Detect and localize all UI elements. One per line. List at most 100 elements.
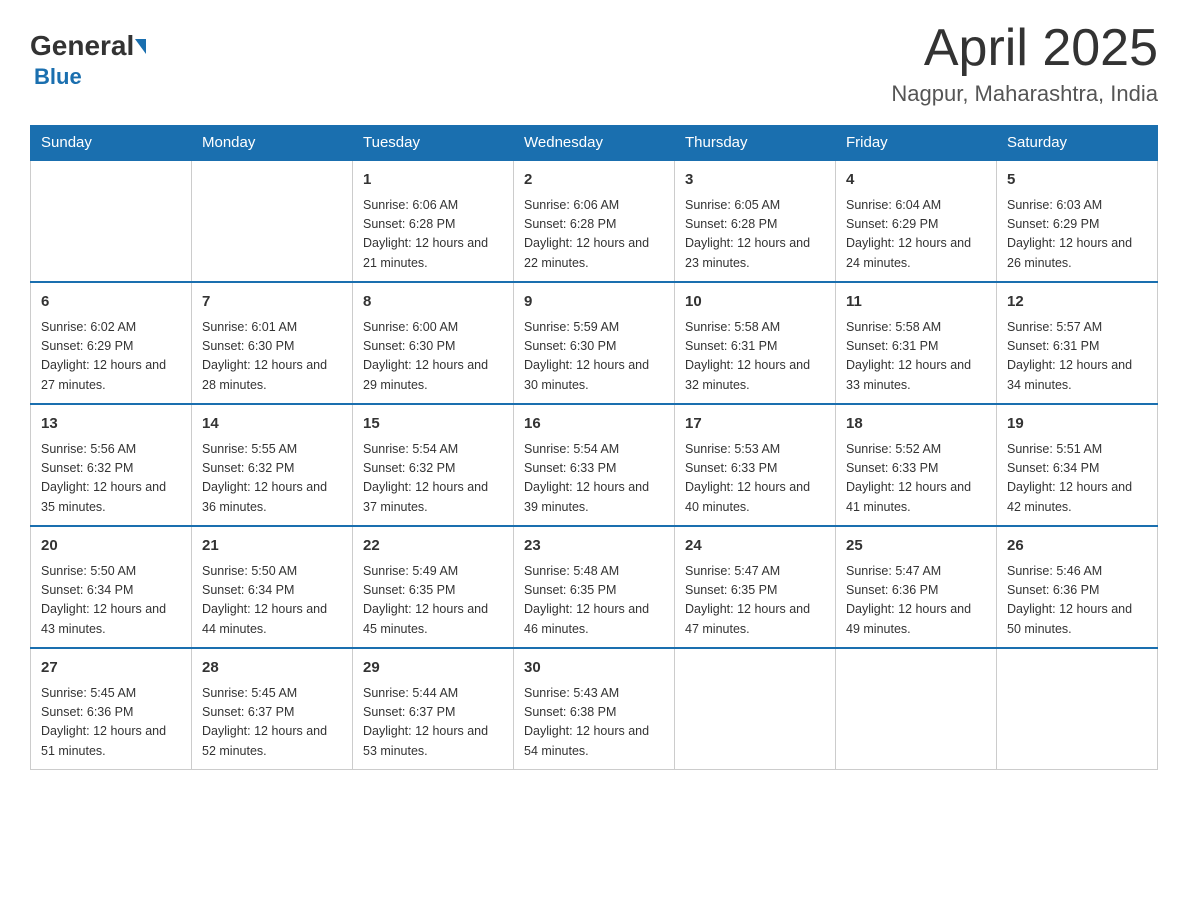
day-number: 10 [685,291,825,314]
day-info: Sunrise: 5:59 AMSunset: 6:30 PMDaylight:… [524,318,664,396]
calendar-cell: 11 Sunrise: 5:58 AMSunset: 6:31 PMDaylig… [836,282,997,404]
day-number: 20 [41,535,181,558]
calendar-cell: 2 Sunrise: 6:06 AMSunset: 6:28 PMDayligh… [514,160,675,282]
day-info: Sunrise: 5:51 AMSunset: 6:34 PMDaylight:… [1007,440,1147,518]
day-info: Sunrise: 5:43 AMSunset: 6:38 PMDaylight:… [524,684,664,762]
day-info: Sunrise: 6:06 AMSunset: 6:28 PMDaylight:… [524,196,664,274]
calendar-cell: 16 Sunrise: 5:54 AMSunset: 6:33 PMDaylig… [514,404,675,526]
day-number: 5 [1007,169,1147,192]
calendar-cell: 25 Sunrise: 5:47 AMSunset: 6:36 PMDaylig… [836,526,997,648]
calendar-cell: 15 Sunrise: 5:54 AMSunset: 6:32 PMDaylig… [353,404,514,526]
calendar-cell: 3 Sunrise: 6:05 AMSunset: 6:28 PMDayligh… [675,160,836,282]
calendar-cell: 21 Sunrise: 5:50 AMSunset: 6:34 PMDaylig… [192,526,353,648]
calendar-cell: 24 Sunrise: 5:47 AMSunset: 6:35 PMDaylig… [675,526,836,648]
day-number: 22 [363,535,503,558]
calendar-cell: 1 Sunrise: 6:06 AMSunset: 6:28 PMDayligh… [353,160,514,282]
day-number: 21 [202,535,342,558]
calendar-cell: 17 Sunrise: 5:53 AMSunset: 6:33 PMDaylig… [675,404,836,526]
day-header-row: Sunday Monday Tuesday Wednesday Thursday… [31,126,1158,161]
calendar-cell: 9 Sunrise: 5:59 AMSunset: 6:30 PMDayligh… [514,282,675,404]
calendar-cell: 4 Sunrise: 6:04 AMSunset: 6:29 PMDayligh… [836,160,997,282]
calendar-cell: 7 Sunrise: 6:01 AMSunset: 6:30 PMDayligh… [192,282,353,404]
header-tuesday: Tuesday [353,126,514,161]
day-info: Sunrise: 5:45 AMSunset: 6:36 PMDaylight:… [41,684,181,762]
week-row-4: 20 Sunrise: 5:50 AMSunset: 6:34 PMDaylig… [31,526,1158,648]
calendar-cell [31,160,192,282]
week-row-1: 1 Sunrise: 6:06 AMSunset: 6:28 PMDayligh… [31,160,1158,282]
day-number: 18 [846,413,986,436]
day-info: Sunrise: 6:05 AMSunset: 6:28 PMDaylight:… [685,196,825,274]
calendar-cell: 26 Sunrise: 5:46 AMSunset: 6:36 PMDaylig… [997,526,1158,648]
day-info: Sunrise: 5:55 AMSunset: 6:32 PMDaylight:… [202,440,342,518]
day-number: 9 [524,291,664,314]
calendar-cell: 8 Sunrise: 6:00 AMSunset: 6:30 PMDayligh… [353,282,514,404]
day-info: Sunrise: 5:47 AMSunset: 6:36 PMDaylight:… [846,562,986,640]
calendar-cell: 29 Sunrise: 5:44 AMSunset: 6:37 PMDaylig… [353,648,514,770]
week-row-3: 13 Sunrise: 5:56 AMSunset: 6:32 PMDaylig… [31,404,1158,526]
calendar-cell: 28 Sunrise: 5:45 AMSunset: 6:37 PMDaylig… [192,648,353,770]
day-number: 13 [41,413,181,436]
calendar-cell: 19 Sunrise: 5:51 AMSunset: 6:34 PMDaylig… [997,404,1158,526]
logo-blue-text: Blue [34,64,82,90]
calendar-cell: 18 Sunrise: 5:52 AMSunset: 6:33 PMDaylig… [836,404,997,526]
day-info: Sunrise: 5:45 AMSunset: 6:37 PMDaylight:… [202,684,342,762]
calendar-cell: 14 Sunrise: 5:55 AMSunset: 6:32 PMDaylig… [192,404,353,526]
day-info: Sunrise: 5:49 AMSunset: 6:35 PMDaylight:… [363,562,503,640]
day-info: Sunrise: 6:03 AMSunset: 6:29 PMDaylight:… [1007,196,1147,274]
calendar-table: Sunday Monday Tuesday Wednesday Thursday… [30,125,1158,770]
calendar-title: April 2025 [891,20,1158,77]
day-number: 6 [41,291,181,314]
calendar-subtitle: Nagpur, Maharashtra, India [891,81,1158,107]
day-number: 28 [202,657,342,680]
day-number: 7 [202,291,342,314]
day-info: Sunrise: 5:58 AMSunset: 6:31 PMDaylight:… [846,318,986,396]
day-number: 30 [524,657,664,680]
header-wednesday: Wednesday [514,126,675,161]
day-number: 19 [1007,413,1147,436]
day-info: Sunrise: 6:01 AMSunset: 6:30 PMDaylight:… [202,318,342,396]
calendar-cell [675,648,836,770]
day-number: 25 [846,535,986,558]
day-number: 2 [524,169,664,192]
day-number: 11 [846,291,986,314]
calendar-cell [997,648,1158,770]
calendar-cell: 10 Sunrise: 5:58 AMSunset: 6:31 PMDaylig… [675,282,836,404]
day-info: Sunrise: 5:46 AMSunset: 6:36 PMDaylight:… [1007,562,1147,640]
day-number: 29 [363,657,503,680]
day-number: 3 [685,169,825,192]
day-number: 26 [1007,535,1147,558]
calendar-cell: 6 Sunrise: 6:02 AMSunset: 6:29 PMDayligh… [31,282,192,404]
header: General Blue April 2025 Nagpur, Maharash… [30,20,1158,107]
day-info: Sunrise: 5:47 AMSunset: 6:35 PMDaylight:… [685,562,825,640]
day-number: 15 [363,413,503,436]
calendar-cell: 30 Sunrise: 5:43 AMSunset: 6:38 PMDaylig… [514,648,675,770]
day-info: Sunrise: 5:57 AMSunset: 6:31 PMDaylight:… [1007,318,1147,396]
title-area: April 2025 Nagpur, Maharashtra, India [891,20,1158,107]
day-info: Sunrise: 5:54 AMSunset: 6:32 PMDaylight:… [363,440,503,518]
day-info: Sunrise: 6:06 AMSunset: 6:28 PMDaylight:… [363,196,503,274]
logo-general-text: General [30,30,134,62]
header-sunday: Sunday [31,126,192,161]
day-number: 16 [524,413,664,436]
calendar-cell: 23 Sunrise: 5:48 AMSunset: 6:35 PMDaylig… [514,526,675,648]
day-info: Sunrise: 5:52 AMSunset: 6:33 PMDaylight:… [846,440,986,518]
header-thursday: Thursday [675,126,836,161]
day-info: Sunrise: 5:44 AMSunset: 6:37 PMDaylight:… [363,684,503,762]
week-row-2: 6 Sunrise: 6:02 AMSunset: 6:29 PMDayligh… [31,282,1158,404]
day-number: 1 [363,169,503,192]
header-saturday: Saturday [997,126,1158,161]
week-row-5: 27 Sunrise: 5:45 AMSunset: 6:36 PMDaylig… [31,648,1158,770]
day-info: Sunrise: 5:50 AMSunset: 6:34 PMDaylight:… [41,562,181,640]
day-info: Sunrise: 6:00 AMSunset: 6:30 PMDaylight:… [363,318,503,396]
calendar-cell: 5 Sunrise: 6:03 AMSunset: 6:29 PMDayligh… [997,160,1158,282]
day-info: Sunrise: 5:54 AMSunset: 6:33 PMDaylight:… [524,440,664,518]
header-monday: Monday [192,126,353,161]
calendar-cell: 12 Sunrise: 5:57 AMSunset: 6:31 PMDaylig… [997,282,1158,404]
calendar-cell: 27 Sunrise: 5:45 AMSunset: 6:36 PMDaylig… [31,648,192,770]
calendar-cell: 20 Sunrise: 5:50 AMSunset: 6:34 PMDaylig… [31,526,192,648]
logo-triangle-icon [135,39,146,54]
day-number: 12 [1007,291,1147,314]
day-info: Sunrise: 5:48 AMSunset: 6:35 PMDaylight:… [524,562,664,640]
calendar-cell: 13 Sunrise: 5:56 AMSunset: 6:32 PMDaylig… [31,404,192,526]
day-number: 27 [41,657,181,680]
